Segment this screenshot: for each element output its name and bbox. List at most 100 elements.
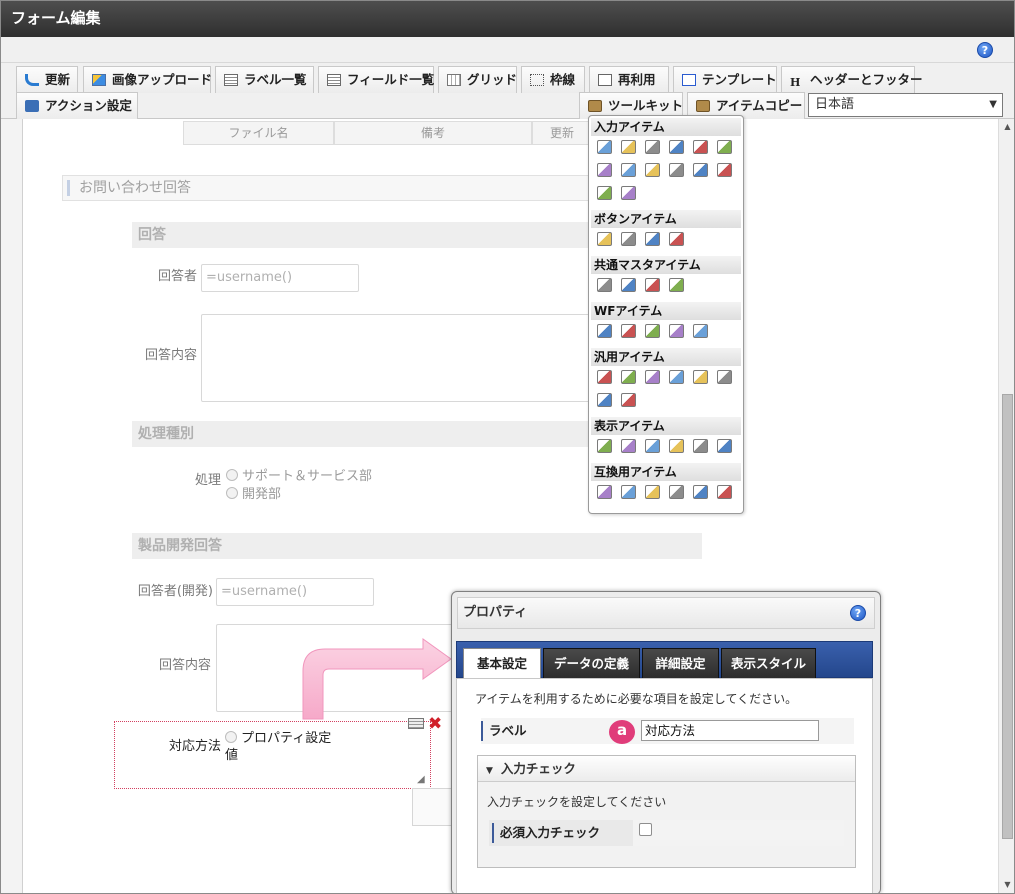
label-list-button[interactable]: ラベル一覧 [215,66,314,93]
palette-item-icon[interactable] [597,186,612,200]
palette-item-icon[interactable] [693,163,708,177]
grid-button[interactable]: グリッド [438,66,517,93]
palette-item-icon[interactable] [621,278,636,292]
palette-item-icon[interactable] [645,163,660,177]
palette-item-icon[interactable] [717,370,732,384]
palette-item-icon[interactable] [597,232,612,246]
help-bar: ? [1,37,1014,63]
palette-item-icon[interactable] [597,393,612,407]
chevron-down-icon: ▼ [989,99,997,110]
palette-item-icon[interactable] [669,140,684,154]
palette-item-icon[interactable] [645,140,660,154]
processing-option-dev[interactable]: 開発部 [226,483,281,502]
action-settings-button[interactable]: アクション設定 [16,92,138,119]
palette-item-icon[interactable] [621,140,636,154]
table-header-filename: ファイル名 [183,121,334,145]
radio-icon[interactable] [225,731,237,743]
header-footer-button[interactable]: H ヘッダーとフッター [781,66,923,93]
palette-item-icon[interactable] [597,485,612,499]
palette-item-icon[interactable] [717,140,732,154]
palette-item-icon[interactable] [645,485,660,499]
radio-icon[interactable] [226,469,238,481]
action-settings-icon [25,100,39,112]
label-list-icon [224,74,238,86]
answer-content-textarea[interactable] [201,314,593,402]
scroll-up-icon[interactable]: ▲ [1002,121,1013,133]
palette-item-icon[interactable] [645,370,660,384]
label-input[interactable]: 対応方法 [641,720,819,741]
palette-item-icon[interactable] [621,370,636,384]
palette-item-icon[interactable] [621,485,636,499]
properties-description: アイテムを利用するために必要な項目を設定してください。 [475,692,798,706]
palette-item-icon[interactable] [597,140,612,154]
template-button[interactable]: テンプレート [673,66,777,93]
annotation-badge: a [609,720,635,744]
palette-item-icon[interactable] [669,370,684,384]
palette-item-icon[interactable] [621,232,636,246]
language-select[interactable]: 日本語 ▼ [808,93,1003,117]
selected-item-option[interactable]: プロパティ設定 値 [225,730,331,764]
palette-item-icon[interactable] [693,140,708,154]
table-header-updated: 更新 [532,121,592,145]
tab-basic-settings[interactable]: 基本設定 [463,648,541,679]
palette-item-icon[interactable] [597,163,612,177]
tab-detail-settings[interactable]: 詳細設定 [642,648,719,679]
grid-icon [447,74,461,86]
palette-item-icon[interactable] [693,370,708,384]
palette-item-icon[interactable] [669,278,684,292]
palette-item-icon[interactable] [693,485,708,499]
pointer-arrow [302,638,452,720]
resize-handle-icon[interactable]: ◢ [417,774,425,785]
palette-item-icon[interactable] [669,232,684,246]
palette-item-icon[interactable] [645,232,660,246]
palette-item-icon[interactable] [621,163,636,177]
respondent-label: 回答者 [157,269,197,284]
palette-item-icon[interactable] [597,370,612,384]
palette-item-icon[interactable] [645,278,660,292]
help-icon[interactable]: ? [977,42,993,58]
palette-item-icon[interactable] [669,485,684,499]
respondent-input[interactable]: =username() [201,264,359,292]
border-button[interactable]: 枠線 [521,66,585,93]
reuse-icon [598,74,612,86]
palette-item-icon[interactable] [597,278,612,292]
palette-item-icon[interactable] [669,439,684,453]
palette-item-icon[interactable] [717,439,732,453]
form-editor-window: フォーム編集 ? 更新 画像アップロード ラベル一覧 フィールド一覧 グリッド … [0,0,1015,894]
table-header-note: 備考 [334,121,532,145]
palette-item-icon[interactable] [621,393,636,407]
scroll-down-icon[interactable]: ▼ [1002,879,1013,891]
refresh-button[interactable]: 更新 [16,66,78,93]
palette-item-icon[interactable] [597,439,612,453]
properties-help-icon[interactable]: ? [850,605,866,621]
required-checkbox[interactable] [639,823,652,836]
input-check-header[interactable]: ▼ 入力チェック [478,756,855,782]
radio-icon[interactable] [226,487,238,499]
palette-item-icon[interactable] [597,324,612,338]
scroll-thumb[interactable] [1002,394,1013,839]
palette-item-icon[interactable] [621,439,636,453]
vertical-scrollbar[interactable]: ▲ ▼ [998,119,1014,893]
left-margin [1,119,23,893]
palette-item-icon[interactable] [717,485,732,499]
properties-title: プロパティ ? [457,597,875,629]
dev-respondent-input[interactable]: =username() [216,578,374,606]
image-upload-button[interactable]: 画像アップロード [83,66,212,93]
palette-item-icon[interactable] [693,439,708,453]
reuse-button[interactable]: 再利用 [589,66,669,93]
selected-form-item[interactable]: 対応方法 プロパティ設定 値 ✖ ◢ [114,714,442,789]
field-list-button[interactable]: フィールド一覧 [318,66,434,93]
palette-item-icon[interactable] [717,163,732,177]
palette-item-icon[interactable] [621,324,636,338]
item-palette: 入力アイテム ボタンアイテム 共通マスタアイテム WFアイテム 汎用アイテム 表示アイテム… [588,115,744,514]
palette-item-icon[interactable] [669,163,684,177]
palette-item-icon[interactable] [645,324,660,338]
processing-option-support[interactable]: サポート＆サービス部 [226,465,372,484]
palette-item-icon[interactable] [621,186,636,200]
palette-item-icon[interactable] [693,324,708,338]
palette-item-icon[interactable] [669,324,684,338]
palette-item-icon[interactable] [645,439,660,453]
tab-data-definition[interactable]: データの定義 [543,648,640,679]
tab-display-style[interactable]: 表示スタイル [721,648,816,679]
dev-respondent-label: 回答者(開発) [137,584,213,599]
